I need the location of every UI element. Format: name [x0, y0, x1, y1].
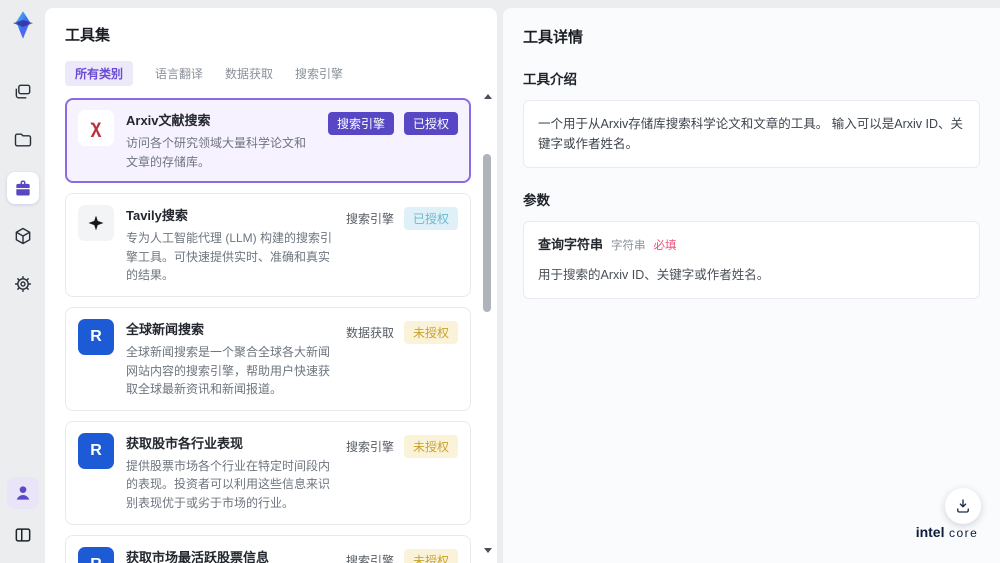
tool-description: 专为人工智能代理 (LLM) 构建的搜索引擎工具。可快速提供实时、准确和真实的结… — [126, 231, 333, 283]
category-label: 搜索引擎 — [345, 439, 394, 454]
left-icon-rail — [0, 0, 45, 563]
stock-service-logo-icon: R — [78, 546, 114, 563]
tool-name: Arxiv文献搜索 — [126, 113, 211, 128]
sidebar-item-toolbox[interactable] — [6, 172, 39, 204]
download-icon — [957, 499, 969, 513]
tool-name: 全球新闻搜索 — [126, 321, 205, 337]
tool-description: 提供股票市场各个行业在特定时间段内的表现。投资者可以利用这些信息来识别表现优于或… — [126, 458, 331, 510]
param-required-label: 必填 — [653, 240, 677, 252]
chat-icon — [15, 84, 30, 99]
tab-data-acquisition[interactable]: 数据获取 — [225, 61, 273, 86]
sidebar-item-account[interactable] — [6, 477, 39, 509]
status-badge: 已授权 — [403, 112, 458, 135]
intro-box: 一个用于从Arxiv存储库搜索科学论文和文章的工具。 输入可以是Arxiv ID… — [523, 100, 980, 168]
tool-card-tavily[interactable]: Tavily搜索 专为人工智能代理 (LLM) 构建的搜索引擎工具。可快速提供实… — [65, 193, 471, 297]
arxiv-logo-icon: χ — [78, 110, 114, 146]
intro-heading: 工具介绍 — [523, 72, 577, 87]
status-badge: 已授权 — [403, 207, 458, 231]
scrollbar-thumb[interactable] — [483, 154, 491, 312]
tools-list-panel: 工具集 所有类别 语言翻译 数据获取 搜索引擎 χ Arxiv文献搜索 访问各个… — [45, 8, 497, 563]
list-scrollbar — [482, 92, 492, 555]
cube-icon — [15, 227, 30, 245]
news-service-logo-icon: R — [78, 318, 114, 355]
sidebar-item-settings[interactable] — [7, 268, 39, 300]
panel-toggle-icon — [15, 528, 30, 542]
tool-card-active-stocks[interactable]: R 获取市场最活跃股票信息 提供当天交易量最高的股票列表。投资者可以利用这些信息… — [65, 534, 471, 563]
details-title: 工具详情 — [523, 29, 584, 46]
scrollbar-down-arrow[interactable] — [484, 548, 492, 553]
tool-name: 获取股市各行业表现 — [126, 435, 244, 451]
tool-name: Tavily搜索 — [126, 208, 188, 224]
folder-icon — [14, 133, 31, 147]
tab-search-engine[interactable]: 搜索引擎 — [295, 61, 343, 86]
intro-text: 一个用于从Arxiv存储库搜索科学论文和文章的工具。 输入可以是Arxiv ID… — [538, 117, 964, 151]
sidebar-item-files[interactable] — [7, 124, 39, 156]
tool-card-global-news[interactable]: R 全球新闻搜索 全球新闻搜索是一个聚合全球各大新闻网站内容的搜索引擎，帮助用户… — [65, 306, 471, 411]
tool-list: χ Arxiv文献搜索 访问各个研究领域大量科学论文和文章的存储库。 搜索引擎 … — [65, 98, 497, 563]
param-description: 用于搜索的Arxiv ID、关键字或作者姓名。 — [538, 267, 770, 282]
tool-description: 访问各个研究领域大量科学论文和文章的存储库。 — [126, 136, 307, 169]
tool-details-panel: 工具详情 工具介绍 一个用于从Arxiv存储库搜索科学论文和文章的工具。 输入可… — [503, 8, 1000, 563]
app-logo-icon[interactable] — [8, 10, 38, 40]
page-title: 工具集 — [65, 27, 111, 44]
tool-description: 全球新闻搜索是一个聚合全球各大新闻网站内容的搜索引擎，帮助用户快速获取全球最新资… — [126, 344, 331, 397]
user-icon — [16, 486, 29, 500]
param-name: 查询字符串 — [538, 237, 604, 252]
tool-card-arxiv[interactable]: χ Arxiv文献搜索 访问各个研究领域大量科学论文和文章的存储库。 搜索引擎 … — [65, 98, 471, 184]
status-badge: 未授权 — [403, 320, 458, 344]
category-label: 搜索引擎 — [345, 553, 394, 563]
status-badge: 未授权 — [403, 548, 458, 563]
stock-service-logo-icon: R — [78, 432, 114, 469]
intel-core-logo: intel core — [904, 524, 990, 542]
gear-icon — [14, 276, 31, 292]
params-heading: 参数 — [523, 193, 550, 208]
status-badge: 未授权 — [403, 434, 458, 458]
scrollbar-up-arrow[interactable] — [484, 94, 492, 99]
sidebar-item-packages[interactable] — [7, 220, 39, 252]
tab-language-translation[interactable]: 语言翻译 — [155, 61, 203, 86]
core-logo-text: core — [948, 526, 979, 540]
category-tabs: 所有类别 语言翻译 数据获取 搜索引擎 — [65, 61, 497, 86]
download-button[interactable] — [945, 488, 981, 524]
category-label: 搜索引擎 — [345, 212, 394, 227]
toolbox-icon — [15, 180, 30, 196]
param-box: 查询字符串 字符串 必填 用于搜索的Arxiv ID、关键字或作者姓名。 — [523, 221, 980, 299]
tavily-star-icon — [78, 205, 114, 242]
sidebar-item-panel-toggle[interactable] — [7, 519, 39, 551]
sidebar-item-chat[interactable] — [7, 76, 39, 108]
category-badge: 搜索引擎 — [327, 112, 394, 135]
tool-card-sector-performance[interactable]: R 获取股市各行业表现 提供股票市场各个行业在特定时间段内的表现。投资者可以利用… — [65, 420, 471, 525]
tool-name: 获取市场最活跃股票信息 — [126, 549, 270, 563]
category-label: 数据获取 — [345, 325, 394, 340]
param-type: 字符串 — [611, 240, 646, 252]
tab-all-categories[interactable]: 所有类别 — [65, 61, 134, 86]
intel-logo-text: intel — [915, 524, 945, 540]
